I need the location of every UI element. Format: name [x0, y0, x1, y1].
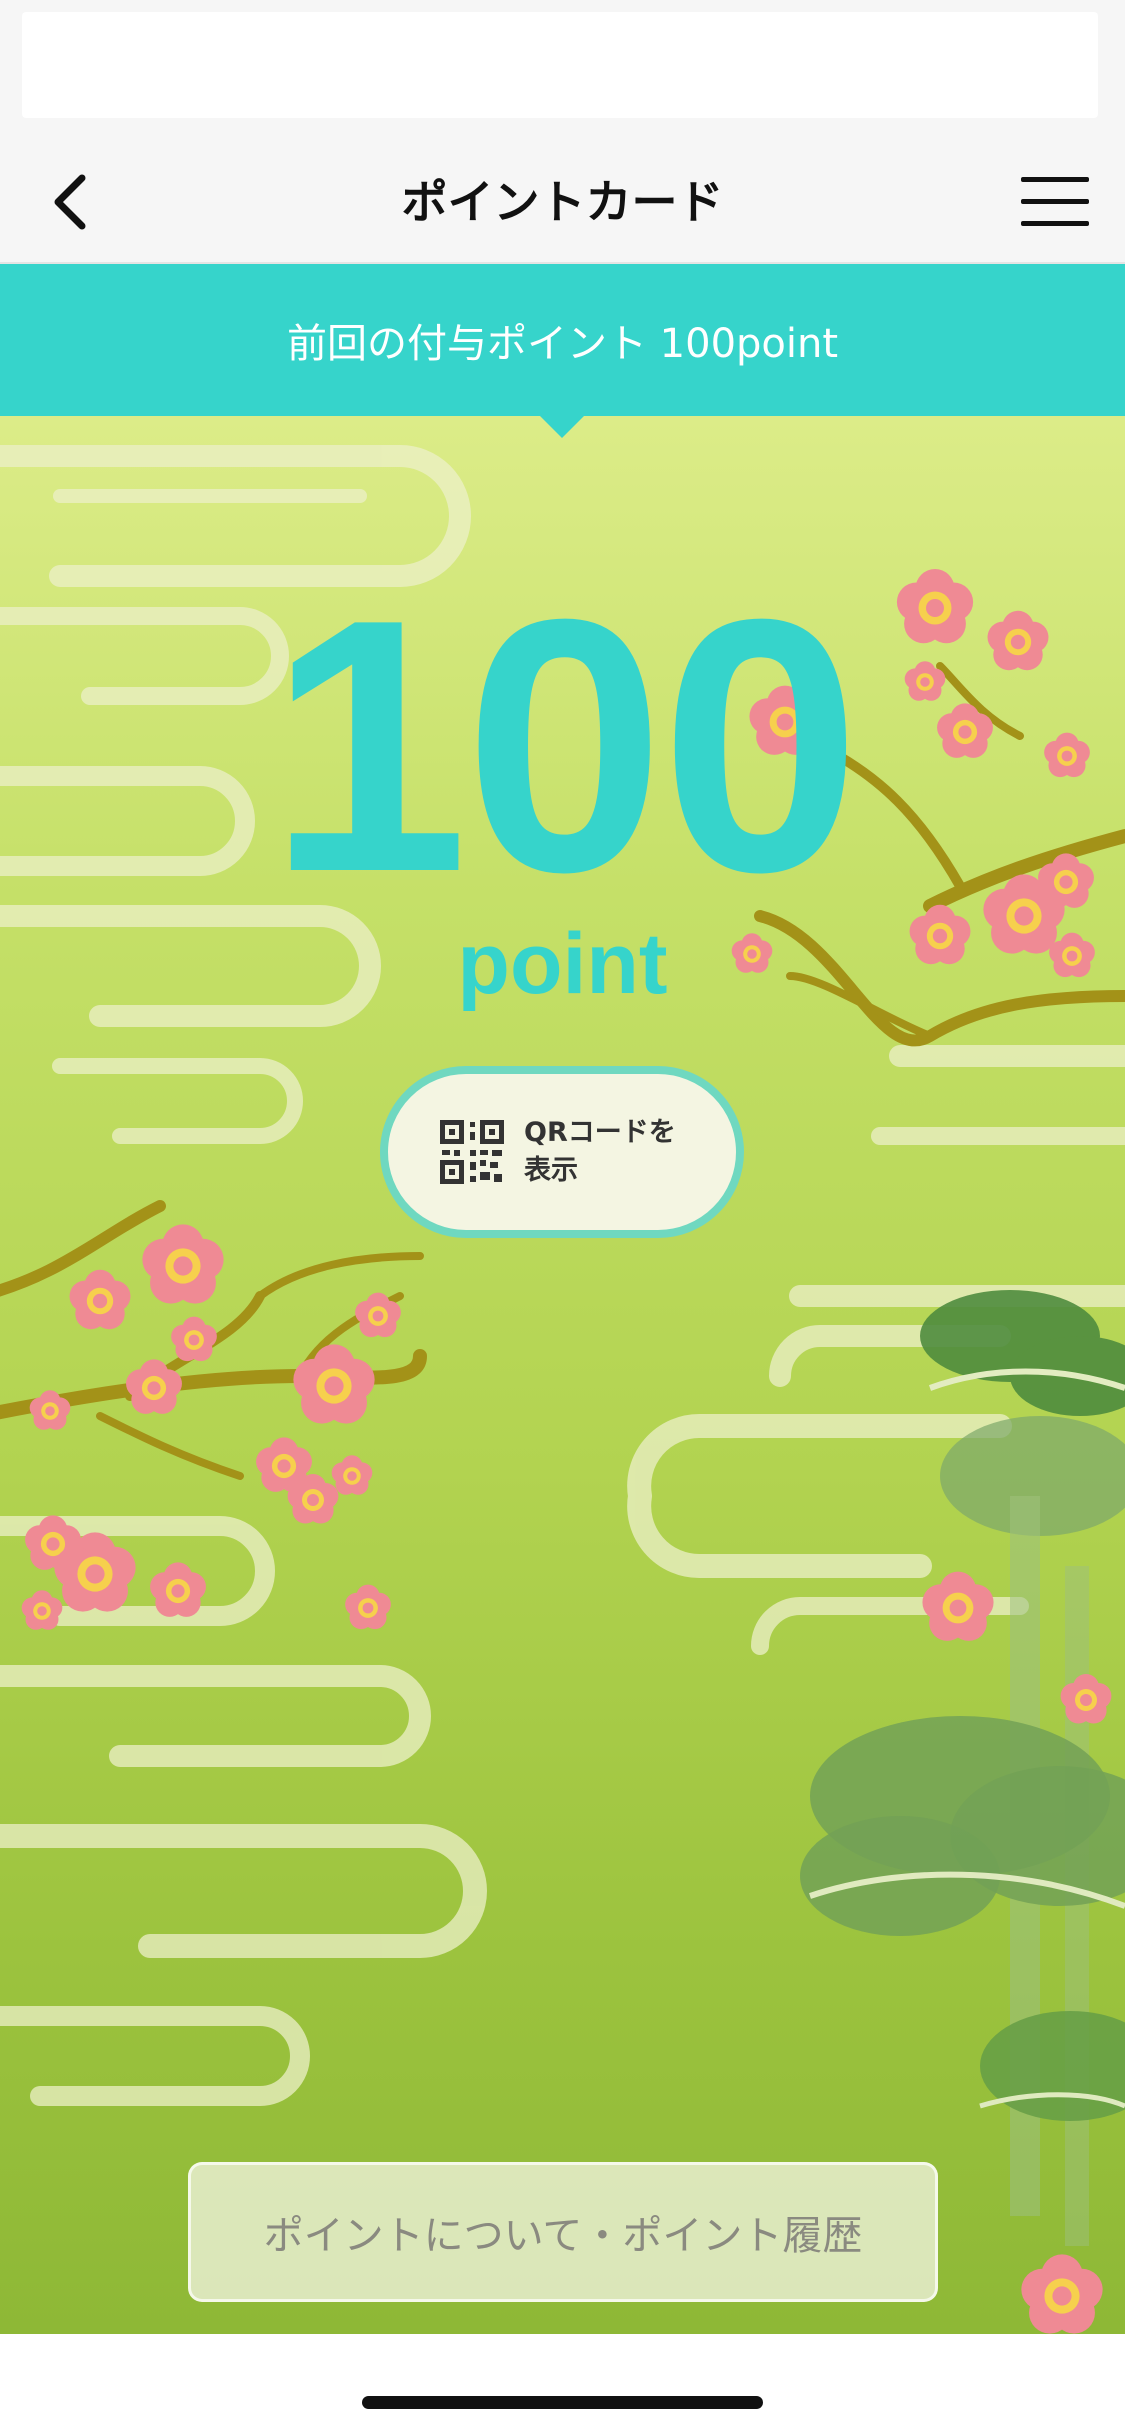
status-bar-area [0, 0, 1125, 140]
point-balance-unit: point [457, 916, 668, 1012]
banner-pointer [538, 414, 586, 438]
bottom-safe-area [0, 2334, 1125, 2436]
show-qr-code-button[interactable]: QRコードを 表示 [380, 1066, 744, 1238]
last-awarded-points-text: 前回の付与ポイント 100point [286, 321, 839, 367]
show-qr-code-label: QRコードを 表示 [524, 1114, 684, 1190]
blossoms-lower-left [21, 1224, 401, 1630]
point-info-history-button[interactable]: ポイントについて・ポイント履歴 [188, 2162, 938, 2302]
show-qr-code-label-line2: 表示 [524, 1155, 578, 1186]
navigation-bar: ポイントカード [0, 140, 1125, 264]
point-card: 100 point QRコードを 表示 ポイントについて・ポイント履歴 [0, 416, 1125, 2334]
menu-button[interactable] [1015, 162, 1095, 242]
status-bar-placeholder [22, 12, 1098, 118]
last-awarded-points-banner: 前回の付与ポイント 100point [0, 264, 1125, 416]
point-balance-value: 100 [268, 545, 861, 947]
hamburger-menu-icon [1021, 177, 1089, 226]
point-info-history-label: ポイントについて・ポイント履歴 [263, 2213, 863, 2259]
page-title: ポイントカード [401, 175, 724, 229]
show-qr-code-label-line1: QRコードを [524, 1117, 676, 1148]
qr-code-icon [440, 1120, 504, 1184]
home-indicator[interactable] [362, 2396, 763, 2409]
